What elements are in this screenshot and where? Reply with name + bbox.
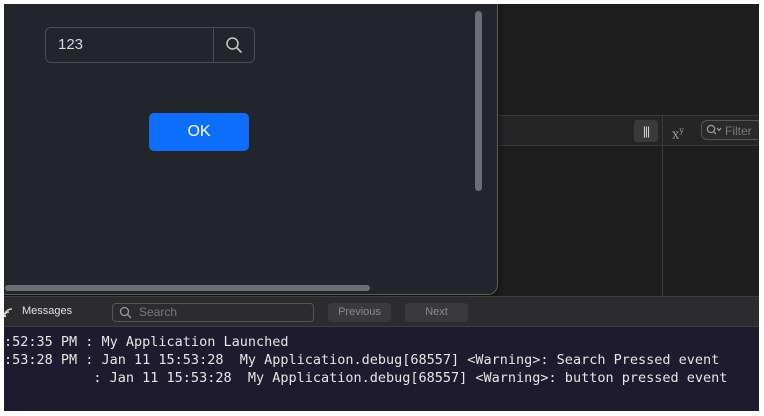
vertical-scrollbar[interactable] <box>475 11 482 191</box>
search-button[interactable] <box>213 28 254 62</box>
messages-tab[interactable]: Messages <box>22 297 72 326</box>
console-search-placeholder: Search <box>139 305 178 319</box>
filter-placeholder: Filter <box>725 124 752 138</box>
search-icon <box>226 37 242 53</box>
variable-format-icon[interactable]: xy <box>672 120 684 146</box>
log-line: :53:28 PM : Jan 11 15:53:28 My Applicati… <box>4 352 720 368</box>
log-line: :52:35 PM : My Application Launched <box>4 334 289 350</box>
pane-divider[interactable] <box>662 115 663 296</box>
filter-search-icon <box>706 124 722 135</box>
search-icon <box>119 306 132 319</box>
console-toolbar: Messages Search Previous Next <box>4 296 759 327</box>
console-search-input[interactable]: Search <box>112 303 314 322</box>
next-button[interactable]: Next <box>405 303 468 322</box>
horizontal-scrollbar[interactable] <box>5 285 370 291</box>
ok-button[interactable]: OK <box>149 113 249 151</box>
variables-area <box>498 4 759 296</box>
simulator-window: 123 OK <box>4 4 498 295</box>
columns-toggle-button[interactable]: ||| <box>634 120 658 142</box>
console-output[interactable]: :52:35 PM : My Application Launched :53:… <box>4 327 759 411</box>
broadcast-icon <box>4 308 13 318</box>
variables-filter-field[interactable]: Filter <box>701 120 759 140</box>
previous-button[interactable]: Previous <box>328 303 391 322</box>
search-input-value: 123 <box>58 36 84 53</box>
log-line: : Jan 11 15:53:28 My Application.debug[6… <box>4 370 728 386</box>
ide-frame: ||| xy Filter 123 OK Messages Search Pre… <box>4 4 759 411</box>
search-input[interactable]: 123 <box>45 27 255 63</box>
